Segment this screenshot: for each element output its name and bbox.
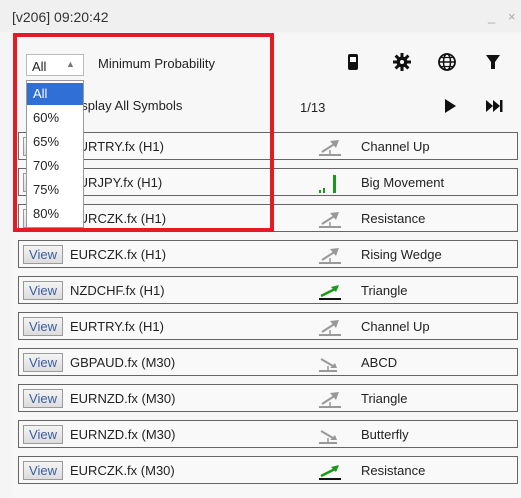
pattern-label: Triangle (361, 391, 408, 406)
symbol-label: EURTRY.fx (H1) (70, 319, 164, 334)
symbol-label: EURNZD.fx (M30) (70, 391, 176, 406)
title-bar: [v206] 09:20:42 _ × (0, 0, 521, 32)
pattern-label: Butterfly (361, 427, 409, 442)
phone-icon[interactable] (343, 52, 363, 72)
window-title: [v206] 09:20:42 (12, 9, 109, 25)
up-arrow-icon (319, 248, 341, 264)
table-row: View EURNZD.fx (M30) Butterfly (18, 420, 518, 448)
view-button[interactable]: View (23, 245, 63, 264)
minimize-button[interactable]: _ (488, 9, 495, 24)
pattern-label: Channel Up (361, 319, 430, 334)
play-icon[interactable] (440, 97, 460, 115)
down-arrow-icon (319, 430, 337, 444)
table-row: View EURNZD.fx (M30) Triangle (18, 384, 518, 412)
green-arrow-icon (319, 285, 341, 300)
view-button[interactable]: View (23, 389, 63, 408)
skip-end-icon[interactable] (484, 97, 504, 115)
bar-chart-icon (319, 175, 336, 193)
close-button[interactable]: × (508, 9, 516, 24)
pattern-label: Resistance (361, 463, 426, 478)
view-button[interactable]: View (23, 353, 63, 372)
view-button[interactable]: View (23, 425, 63, 444)
view-button[interactable]: View (23, 281, 63, 300)
symbol-label: EURNZD.fx (M30) (70, 427, 176, 442)
symbol-label: EURCZK.fx (M30) (70, 463, 175, 478)
table-row: View EURCZK.fx (M30) Resistance (18, 456, 518, 484)
table-row: View NZDCHF.fx (H1) Triangle (18, 276, 518, 304)
symbol-label: EURCZK.fx (H1) (70, 247, 167, 262)
pattern-label: ABCD (361, 355, 398, 370)
up-arrow-icon (319, 140, 341, 156)
up-arrow-icon (319, 392, 341, 408)
up-arrow-icon (319, 320, 341, 336)
highlight-box (13, 33, 274, 232)
page-indicator: 1/13 (300, 100, 326, 115)
table-row: View EURCZK.fx (H1) Rising Wedge (18, 240, 518, 268)
pattern-label: Resistance (361, 211, 426, 226)
pattern-label: Channel Up (361, 139, 430, 154)
table-row: View GBPAUD.fx (M30) ABCD (18, 348, 518, 376)
down-arrow-icon (319, 358, 337, 372)
globe-icon[interactable] (437, 52, 457, 72)
pattern-label: Big Movement (361, 175, 445, 190)
up-arrow-icon (319, 212, 341, 228)
view-button[interactable]: View (23, 461, 63, 480)
symbol-label: NZDCHF.fx (H1) (70, 283, 165, 298)
symbol-label: GBPAUD.fx (M30) (70, 355, 176, 370)
pattern-label: Triangle (361, 283, 408, 298)
pattern-label: Rising Wedge (361, 247, 442, 262)
view-button[interactable]: View (23, 317, 63, 336)
filter-icon[interactable] (483, 52, 503, 72)
gear-icon[interactable] (392, 52, 412, 72)
green-arrow-icon (319, 465, 341, 480)
table-row: View EURTRY.fx (H1) Channel Up (18, 312, 518, 340)
